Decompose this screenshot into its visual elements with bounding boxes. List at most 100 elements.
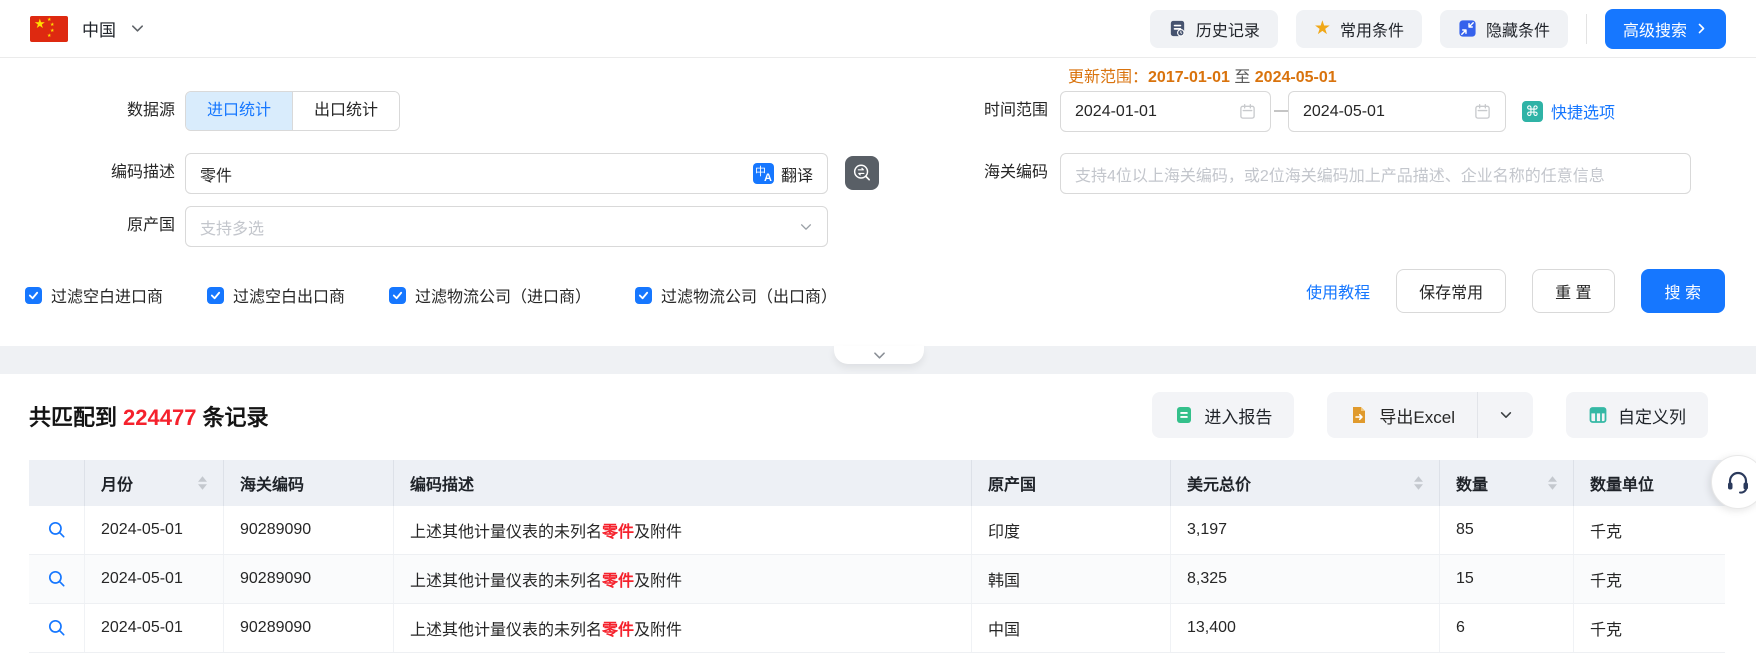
cell-quantity: 85 — [1440, 506, 1574, 554]
sorter-icon[interactable] — [198, 476, 207, 490]
search-button[interactable]: 搜 索 — [1640, 269, 1725, 313]
cell-origin-country: 印度 — [972, 506, 1171, 554]
desc-text: 及附件 — [634, 524, 683, 541]
time-range-label: 时间范围 — [983, 102, 1048, 119]
chevron-down-icon — [800, 223, 812, 230]
start-date-input[interactable]: 2024-01-01 — [1060, 91, 1271, 132]
chevron-down-icon — [132, 25, 143, 32]
update-range-end: 2024-05-01 — [1254, 69, 1337, 86]
cell-quantity-unit: 千克 — [1590, 524, 1623, 541]
history-label: 历史记录 — [1195, 22, 1260, 40]
translate-label: 翻译 — [780, 167, 813, 185]
desc-text: 上述其他计量仪表的未列名 — [410, 622, 603, 639]
enter-report-label: 进入报告 — [1204, 407, 1273, 427]
magnifier-arrows-icon — [853, 164, 870, 181]
checkbox-label: 过滤空白出口商 — [233, 289, 346, 306]
results-table: 月份 海关编码 编码描述 原产国 美元总价 数量 数量单位 2024-05-01… — [29, 460, 1725, 653]
checked-checkbox-icon — [25, 286, 42, 304]
chevron-down-icon — [1500, 412, 1511, 418]
calendar-icon — [1475, 104, 1490, 119]
search-exchange-button[interactable] — [845, 156, 879, 190]
search-filter-panel: 更新范围：2017-01-01 至 2024-05-01 数据源 进口统计 出口… — [0, 59, 1756, 346]
checkbox-filter-blank-importer[interactable]: 过滤空白进口商 — [25, 283, 163, 307]
row-detail-cell — [29, 555, 85, 603]
cell-code-desc: 上述其他计量仪表的未列名 零件 及附件 — [394, 555, 972, 603]
update-range-label: 更新范围： — [1068, 69, 1149, 86]
export-options-caret[interactable] — [1477, 392, 1533, 438]
tab-import-stats[interactable]: 进口统计 — [186, 92, 293, 130]
summary-prefix: 共匹配到 — [29, 405, 118, 430]
header-quantity[interactable]: 数量 — [1440, 460, 1574, 506]
checkbox-label: 过滤物流公司（出口商） — [661, 289, 838, 306]
reset-button[interactable]: 重 置 — [1532, 269, 1615, 313]
header-usd-total[interactable]: 美元总价 — [1171, 460, 1440, 506]
cell-quantity: 6 — [1440, 604, 1574, 652]
checkbox-filter-blank-exporter[interactable]: 过滤空白出口商 — [207, 283, 345, 307]
sorter-icon[interactable] — [1548, 476, 1557, 490]
hide-conditions-label: 隐藏条件 — [1485, 22, 1550, 40]
hs-code-placeholder: 支持4位以上海关编码，或2位海关编码加上产品描述、企业名称的任意信息 — [1075, 167, 1605, 185]
custom-columns-label: 自定义列 — [1618, 407, 1686, 427]
checkbox-label: 过滤物流公司（进口商） — [415, 289, 592, 306]
results-section: 共匹配到 224477 条记录 进入报告 导出Excel 自定义列 月份 海关编… — [0, 374, 1756, 658]
headset-icon — [1728, 471, 1748, 494]
end-date-input[interactable]: 2024-05-01 — [1288, 91, 1506, 132]
cell-origin-country: 韩国 — [972, 555, 1171, 603]
checkbox-filter-logistics-exporter[interactable]: 过滤物流公司（出口商） — [635, 283, 837, 307]
tab-export-stats[interactable]: 出口统计 — [292, 92, 400, 130]
summary-suffix: 条记录 — [202, 405, 269, 430]
top-bar-divider — [1585, 13, 1587, 44]
quick-options-label: 快捷选项 — [1551, 105, 1616, 122]
code-desc-input[interactable]: 零件 中A 翻译 — [185, 153, 828, 194]
enter-report-button[interactable]: 进入报告 — [1152, 392, 1295, 438]
header-quantity-unit[interactable]: 数量单位 — [1574, 460, 1725, 506]
hs-code-label: 海关编码 — [983, 164, 1048, 181]
row-detail-cell — [29, 506, 85, 554]
customer-service-button[interactable] — [1711, 455, 1756, 509]
star-icon: ★ — [1313, 18, 1331, 39]
header-row-actions — [29, 460, 85, 506]
history-button[interactable]: 历史记录 — [1149, 9, 1278, 48]
header-usd-label: 美元总价 — [1187, 477, 1252, 494]
table-row: 2024-05-01 90289090 上述其他计量仪表的未列名 零件 及附件 印度… — [29, 506, 1725, 555]
save-common-button[interactable]: 保存常用 — [1396, 269, 1507, 313]
row-detail-cell — [29, 604, 85, 652]
header-code-desc[interactable]: 编码描述 — [394, 460, 972, 506]
desc-highlight: 零件 — [602, 524, 635, 541]
cell-month: 2024-05-01 — [85, 506, 224, 554]
cell-quantity: 15 — [1440, 555, 1574, 603]
collapse-panel-tab[interactable] — [834, 346, 924, 364]
cell-code-desc: 上述其他计量仪表的未列名 零件 及附件 — [394, 604, 972, 652]
translate-icon: 中A — [752, 163, 774, 184]
cell-month: 2024-05-01 — [85, 604, 224, 652]
hs-code-input[interactable]: 支持4位以上海关编码，或2位海关编码加上产品描述、企业名称的任意信息 — [1060, 153, 1691, 194]
filter-checkboxes: 过滤空白进口商 过滤空白出口商 过滤物流公司（进口商） 过滤物流公司（出口商） — [25, 283, 837, 307]
favorites-button[interactable]: ★ 常用条件 — [1295, 9, 1422, 48]
custom-columns-button[interactable]: 自定义列 — [1566, 392, 1708, 438]
desc-text: 及附件 — [634, 573, 683, 590]
quick-options-link[interactable]: ⌘ 快捷选项 — [1522, 91, 1615, 131]
hide-conditions-button[interactable]: 隐藏条件 — [1439, 9, 1568, 48]
checkbox-filter-logistics-importer[interactable]: 过滤物流公司（进口商） — [389, 283, 591, 307]
row-search-icon[interactable] — [47, 618, 67, 638]
sorter-icon[interactable] — [1414, 476, 1423, 490]
country-name: 中国 — [82, 21, 116, 40]
translate-button[interactable]: 中A 翻译 — [752, 162, 813, 186]
desc-text: 上述其他计量仪表的未列名 — [410, 573, 603, 590]
header-origin-country[interactable]: 原产国 — [972, 460, 1171, 506]
results-summary: 共匹配到 224477 条记录 — [29, 400, 268, 432]
export-excel-group: 导出Excel — [1327, 392, 1533, 438]
tutorial-link[interactable]: 使用教程 — [1306, 279, 1370, 303]
export-excel-button[interactable]: 导出Excel — [1327, 392, 1477, 438]
header-month[interactable]: 月份 — [85, 460, 224, 506]
advanced-search-button[interactable]: 高级搜索 — [1604, 8, 1726, 49]
excel-file-icon — [1353, 407, 1366, 423]
top-bar: ★ ★ ★ ★ ★ 中国 历史记录 ★ 常用条件 隐藏条件 高级搜索 — [0, 0, 1756, 58]
favorites-label: 常用条件 — [1339, 22, 1404, 40]
country-selector[interactable]: ★ ★ ★ ★ ★ 中国 — [30, 15, 145, 42]
header-hs-code[interactable]: 海关编码 — [224, 460, 394, 506]
row-search-icon[interactable] — [47, 520, 67, 540]
origin-country-select[interactable]: 支持多选 — [185, 206, 828, 247]
checked-checkbox-icon — [207, 286, 225, 304]
row-search-icon[interactable] — [47, 569, 67, 589]
